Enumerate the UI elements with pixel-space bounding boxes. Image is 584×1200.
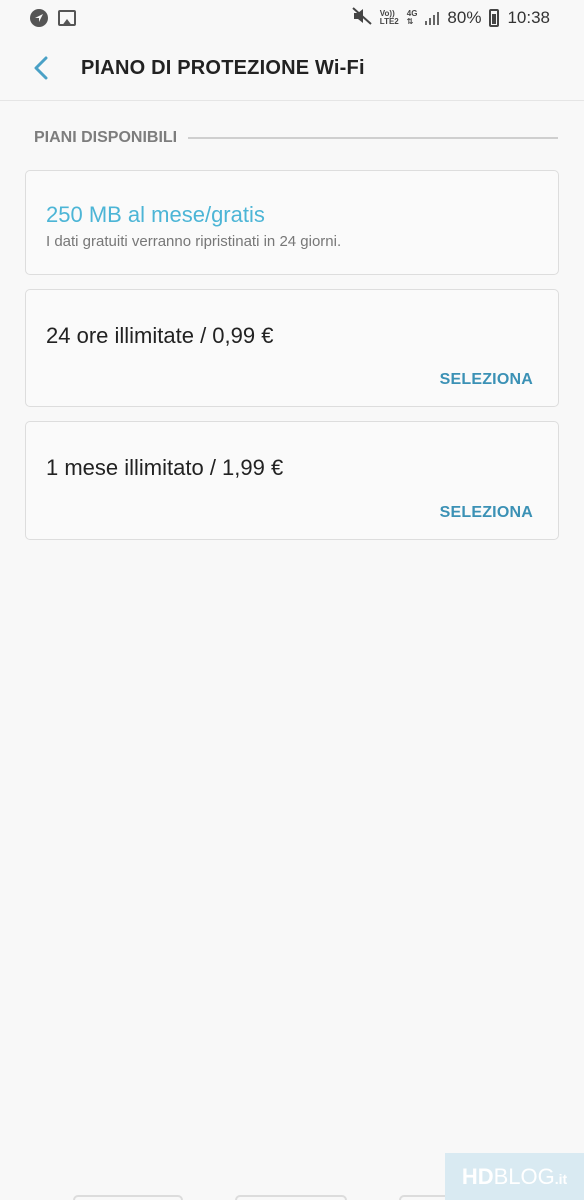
- clock: 10:38: [507, 8, 550, 27]
- status-bar: Vo)) LTE2 4G ⇅ 80% 10:38: [0, 0, 584, 36]
- bottom-nav-home-outline: [235, 1195, 347, 1200]
- section-title: PIANI DISPONIBILI: [34, 129, 178, 146]
- plans-section-header: PIANI DISPONIBILI: [34, 126, 558, 150]
- status-left: [30, 9, 76, 27]
- network-indicator: 4G ⇅: [407, 10, 418, 26]
- hdblog-watermark: HD BLOG .it: [445, 1153, 584, 1200]
- navigation-icon: [30, 9, 48, 27]
- bottom-nav-back-outline: [73, 1195, 183, 1200]
- mute-icon: [352, 6, 372, 30]
- app-bar: PIANO DI PROTEZIONE Wi-Fi: [0, 36, 584, 101]
- section-divider: [188, 137, 558, 139]
- back-arrow-icon: [34, 56, 48, 80]
- signal-icon: [425, 11, 440, 25]
- page-title: PIANO DI PROTEZIONE Wi-Fi: [81, 56, 365, 79]
- daily-plan-card: 24 ore illimitate / 0,99 € SELEZIONA: [25, 289, 559, 407]
- battery-percent: 80%: [447, 8, 482, 27]
- lte-indicator: Vo)) LTE2: [380, 10, 399, 26]
- gallery-icon: [58, 10, 76, 26]
- daily-plan-title: 24 ore illimitate / 0,99 €: [46, 323, 274, 348]
- back-button[interactable]: [22, 49, 60, 87]
- monthly-plan-card: 1 mese illimitato / 1,99 € SELEZIONA: [25, 421, 559, 540]
- free-plan-subtitle: I dati gratuiti verranno ripristinati in…: [46, 233, 342, 250]
- battery-icon: [489, 9, 500, 27]
- status-right: Vo)) LTE2 4G ⇅ 80% 10:38: [352, 6, 550, 30]
- monthly-plan-title: 1 mese illimitato / 1,99 €: [46, 455, 284, 480]
- free-plan-title: 250 MB al mese/gratis: [46, 202, 265, 227]
- watermark-brand: HD: [461, 1163, 494, 1189]
- select-monthly-plan-button[interactable]: SELEZIONA: [440, 504, 533, 522]
- free-plan-card[interactable]: 250 MB al mese/gratis I dati gratuiti ve…: [25, 170, 559, 275]
- watermark-word: BLOG: [493, 1163, 555, 1189]
- network-arrows-icon: ⇅: [406, 17, 414, 26]
- lte-bottom-label: LTE2: [379, 17, 399, 26]
- watermark-suffix: .it: [554, 1170, 568, 1187]
- select-daily-plan-button[interactable]: SELEZIONA: [440, 371, 533, 389]
- phone-screen: Vo)) LTE2 4G ⇅ 80% 10:38 PIANO DI PROTEZ…: [0, 0, 584, 1200]
